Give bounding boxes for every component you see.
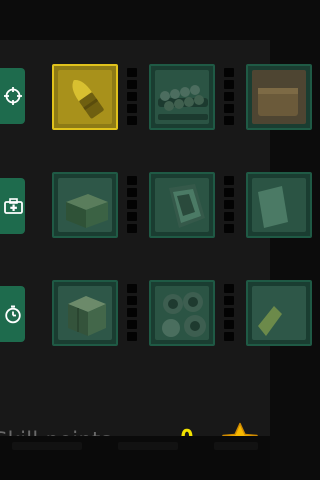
armor-plate-icon [169, 184, 205, 228]
category-speed-button[interactable] [0, 286, 25, 342]
crate-icon [258, 306, 282, 336]
armor-plate-icon [258, 186, 288, 228]
upgrade-tile-bullet[interactable] [52, 64, 118, 130]
ammo-box-icon [258, 88, 298, 116]
ammo-belt-icon [158, 85, 208, 120]
upgrade-tile-grenades[interactable] [149, 280, 215, 346]
bullet-icon [72, 80, 104, 119]
upgrade-tile-crate-2[interactable] [246, 280, 312, 346]
tile-connector [127, 176, 137, 236]
medkit-icon [3, 198, 23, 214]
crosshair-icon [3, 87, 22, 105]
category-health-button[interactable] [0, 178, 25, 234]
grenades-icon [162, 292, 206, 337]
supply-crate-icon [68, 296, 106, 336]
upgrade-tile-armor-plate[interactable] [149, 172, 215, 238]
upgrade-tile-armor-plate-2[interactable] [246, 172, 312, 238]
tile-connector [224, 284, 234, 344]
stopwatch-icon [4, 305, 21, 324]
crate-icon [66, 194, 108, 228]
upgrade-tile-supply-crate[interactable] [52, 280, 118, 346]
tile-connector [224, 176, 234, 236]
skill-tree-panel: Skill points 0 [0, 40, 312, 457]
bottom-bar [0, 436, 270, 480]
upgrade-tile-ammo-box[interactable] [246, 64, 312, 130]
upgrade-tile-crate[interactable] [52, 172, 118, 238]
tile-connector [224, 68, 234, 128]
tile-connector [127, 68, 137, 128]
tile-connector [127, 284, 137, 344]
category-aim-button[interactable] [0, 68, 25, 124]
upgrade-tile-ammo-belt[interactable] [149, 64, 215, 130]
